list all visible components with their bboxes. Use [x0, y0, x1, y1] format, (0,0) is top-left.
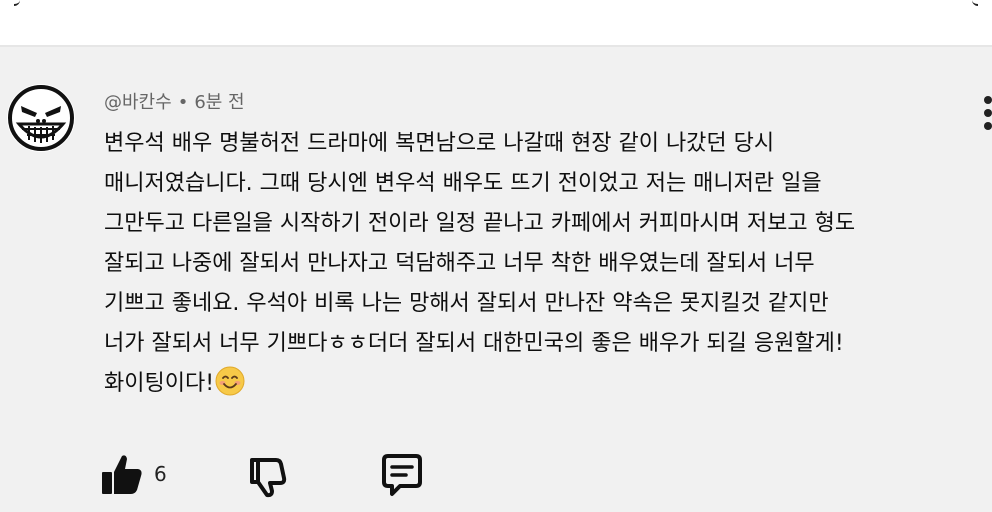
grinning-skull-avatar-icon [8, 85, 74, 151]
avatar[interactable] [7, 84, 75, 152]
more-vertical-icon [984, 96, 992, 104]
comment-reply-icon [382, 454, 422, 496]
like-button[interactable] [100, 452, 144, 498]
comment-line: 그만두고 다른일을 시작하기 전이라 일정 끝나고 카페에서 커피마시며 저보고… [104, 211, 856, 236]
comment-line: 화이팅이다! [104, 371, 215, 396]
top-left-corner-mark [14, 0, 20, 6]
comment-meta: @바칸수 • 6분 전 [104, 88, 245, 114]
comment-line-last: 화이팅이다! [104, 364, 974, 404]
top-bar [0, 0, 992, 45]
more-vertical-icon-dot [984, 122, 992, 130]
thumbs-down-outline-icon [250, 458, 287, 498]
timestamp[interactable]: 6분 전 [194, 92, 244, 113]
thumbs-up-filled-icon [102, 455, 142, 494]
comment-line: 기쁘고 좋네요. 우석아 비록 나는 망해서 잘되서 만나잔 약속은 못지킬것 … [104, 291, 829, 316]
comment-text: 변우석 배우 명불허전 드라마에 복면남으로 나갈때 현장 같이 나갔던 당시 … [104, 124, 974, 404]
like-count: 6 [154, 462, 167, 486]
author-name[interactable]: @바칸수 [104, 92, 172, 113]
comment-line: 매니저였습니다. 그때 당시엔 변우석 배우도 뜨기 전이었고 저는 매니저란 … [104, 171, 822, 196]
comment-line: 너가 잘되서 너무 기쁘다ㅎㅎ더더 잘되서 대한민국의 좋은 배우가 되길 응원… [104, 331, 844, 356]
more-options-button[interactable] [976, 96, 992, 130]
dislike-button[interactable] [246, 452, 292, 498]
top-right-corner-mark [972, 0, 978, 6]
comment-line: 잘되고 나중에 잘되서 만나자고 덕담해주고 너무 착한 배우였는데 잘되서 너… [104, 251, 815, 276]
meta-separator: • [177, 92, 189, 113]
reply-button[interactable] [378, 452, 426, 498]
smiling-face-emoji-icon [215, 366, 245, 396]
comment-actions: 6 [0, 448, 992, 504]
more-vertical-icon-dot [984, 109, 992, 117]
comment-line: 변우석 배우 명불허전 드라마에 복면남으로 나갈때 현장 같이 나갔던 당시 [104, 131, 775, 156]
